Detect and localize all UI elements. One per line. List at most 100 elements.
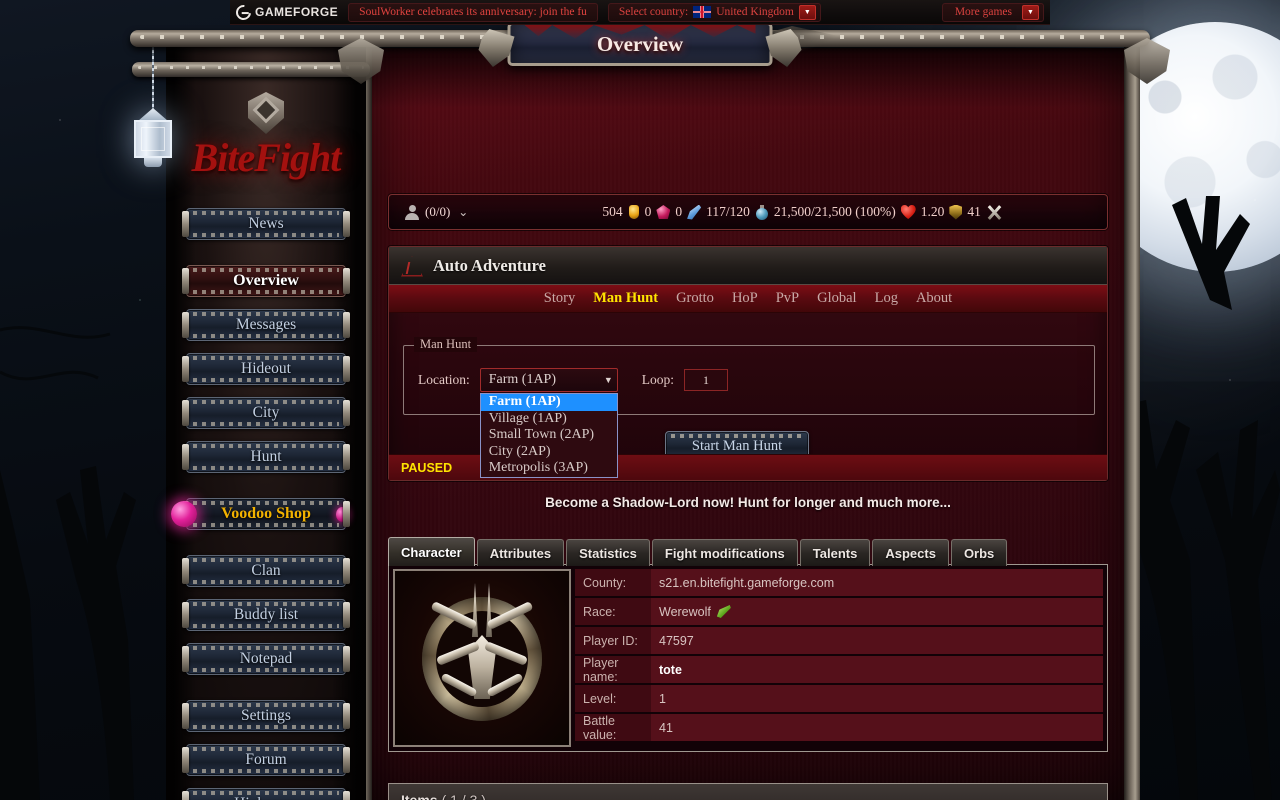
button-ornament <box>193 378 339 382</box>
aa-nav-about[interactable]: About <box>916 290 952 307</box>
sidebar-item-clan[interactable]: Clan <box>182 555 350 587</box>
loop-input[interactable] <box>683 369 728 391</box>
table-row: Battle value: 41 <box>575 714 1103 742</box>
sidebar-item-messages[interactable]: Messages <box>182 309 350 341</box>
button-ornament <box>193 268 339 272</box>
character-row-value-text: 41 <box>659 720 673 735</box>
sidebar-item-hunt[interactable]: Hunt <box>182 441 350 473</box>
button-ornament <box>193 668 339 672</box>
location-select[interactable]: Farm (1AP) ▼ Farm (1AP) Village (1AP) Smal… <box>479 368 618 478</box>
game-logo[interactable]: BiteFight <box>166 134 366 181</box>
button-ornament <box>193 233 339 237</box>
location-options-list[interactable]: Farm (1AP) Village (1AP) Small Town (2AP) C… <box>479 393 618 478</box>
sidebar-item-label: Overview <box>233 272 299 289</box>
sidebar-item-label: Forum <box>245 751 287 768</box>
character-row-key: Level: <box>575 685 651 712</box>
sidebar-item-hideout[interactable]: Hideout <box>182 353 350 385</box>
sidebar-item-news[interactable]: News <box>182 208 350 240</box>
button-ornament <box>193 334 339 338</box>
party-count: (0/0) <box>425 204 451 219</box>
gold-icon <box>628 205 639 219</box>
auto-adventure-title: Auto Adventure <box>433 255 546 275</box>
location-option[interactable]: City (2AP) <box>481 444 617 461</box>
tab-statistics[interactable]: Statistics <box>566 539 650 566</box>
main-content: (0/0) ⌄ 504 0 0 117/120 21,500/21,500 (1… <box>366 48 1130 800</box>
auto-adventure-nav: Story Man Hunt Grotto HoP PvP Global Log About <box>389 285 1107 313</box>
clan-emblem-icon <box>416 583 548 733</box>
chevron-down-icon[interactable]: ⌄ <box>458 205 468 220</box>
sidebar-item-buddy-list[interactable]: Buddy list <box>182 599 350 631</box>
sidebar-item-label: Buddy list <box>233 606 299 623</box>
gameforge-promo-banner[interactable]: SoulWorker celebrates its anniversary: j… <box>348 2 598 22</box>
location-option[interactable]: Small Town (2AP) <box>481 427 617 444</box>
button-ornament <box>193 444 339 448</box>
location-label: Location: <box>418 372 470 387</box>
aa-nav-hop[interactable]: HoP <box>732 290 758 307</box>
gameforge-logo[interactable]: GAMEFORGE <box>232 1 339 23</box>
sidebar-item-label: Settings <box>241 707 291 724</box>
right-rail-decoration <box>1124 44 1140 800</box>
character-row-key: Race: <box>575 598 651 625</box>
aa-nav-pvp[interactable]: PvP <box>776 290 799 307</box>
tab-orbs[interactable]: Orbs <box>950 539 1008 566</box>
aa-nav-grotto[interactable]: Grotto <box>676 290 714 307</box>
sidebar-item-notepad[interactable]: Notepad <box>182 643 350 675</box>
character-row-value-text: 47597 <box>659 633 694 648</box>
items-panel: Items ( 1 / 3 ) ▼ Jewellery ( 1 ) <box>388 783 1108 800</box>
tab-character[interactable]: Character <box>388 537 475 566</box>
sidebar-item-settings[interactable]: Settings <box>182 700 350 732</box>
crest-icon <box>248 92 284 134</box>
game-page: GAMEFORGE SoulWorker celebrates its anni… <box>0 0 1280 800</box>
button-ornament <box>193 290 339 294</box>
character-row-value: s21.en.bitefight.gameforge.com <box>651 569 1103 596</box>
potion-icon <box>755 204 769 220</box>
sidebar-item-overview[interactable]: Overview <box>182 265 350 297</box>
button-ornament <box>193 747 339 751</box>
sidebar-item-city[interactable]: City <box>182 397 350 429</box>
tab-fight-modifications[interactable]: Fight modifications <box>651 539 798 566</box>
tab-talents[interactable]: Talents <box>799 539 871 566</box>
location-option[interactable]: Farm (1AP) <box>480 394 617 411</box>
aa-nav-story[interactable]: Story <box>544 290 575 307</box>
character-row-value: 1 <box>651 685 1103 712</box>
sidebar-item-highscore[interactable]: Highscore <box>182 788 350 800</box>
player-stats-bar: (0/0) ⌄ 504 0 0 117/120 21,500/21,500 (1… <box>388 194 1108 230</box>
gameforge-g-icon <box>232 1 255 23</box>
more-games-dropdown[interactable]: More games ▼ <box>941 2 1044 22</box>
button-ornament <box>193 769 339 773</box>
location-option[interactable]: Metropolis (3AP) <box>481 460 617 477</box>
items-title: Items <box>401 791 438 800</box>
items-count: ( 1 / 3 ) <box>441 791 486 800</box>
tab-attributes[interactable]: Attributes <box>476 539 565 566</box>
shadow-lord-promo[interactable]: Become a Shadow-Lord now! Hunt for longe… <box>388 495 1108 510</box>
sidebar-item-label: Hideout <box>241 360 291 377</box>
location-selected-value: Farm (1AP) <box>488 372 557 387</box>
sidebar-item-forum[interactable]: Forum <box>182 744 350 776</box>
country-selector[interactable]: Select country: United Kingdom ▼ <box>607 2 821 22</box>
aa-nav-man-hunt[interactable]: Man Hunt <box>593 290 658 307</box>
sidebar-item-label: Highscore <box>234 795 298 800</box>
gold-value: 504 <box>602 204 623 219</box>
gameforge-logo-text: GAMEFORGE <box>255 5 339 19</box>
button-ornament <box>193 791 339 795</box>
aa-nav-log[interactable]: Log <box>875 290 898 307</box>
party-indicator[interactable]: (0/0) ⌄ <box>389 204 468 220</box>
location-option[interactable]: Village (1AP) <box>481 411 617 428</box>
chevron-down-icon[interactable]: ▼ <box>1022 4 1039 20</box>
button-ornament <box>193 501 339 505</box>
button-ornament <box>193 602 339 606</box>
character-row-key: Player ID: <box>575 627 651 654</box>
tab-aspects[interactable]: Aspects <box>872 539 949 566</box>
button-ornament <box>193 523 339 527</box>
character-row-value: 41 <box>651 714 1103 741</box>
character-row-value: tote <box>651 656 1103 683</box>
country-label: Select country: <box>618 6 689 18</box>
character-row-value-text: Werewolf <box>659 604 711 619</box>
chevron-down-icon[interactable]: ▼ <box>798 4 816 20</box>
gameforge-bar: GAMEFORGE SoulWorker celebrates its anni… <box>230 0 1050 25</box>
sidebar-item-voodoo-shop[interactable]: Voodoo Shop <box>171 498 350 530</box>
aa-nav-global[interactable]: Global <box>817 290 856 307</box>
avatar <box>393 569 571 747</box>
sidebar-item-label: Clan <box>251 562 281 579</box>
battle-value: 41 <box>967 204 981 219</box>
